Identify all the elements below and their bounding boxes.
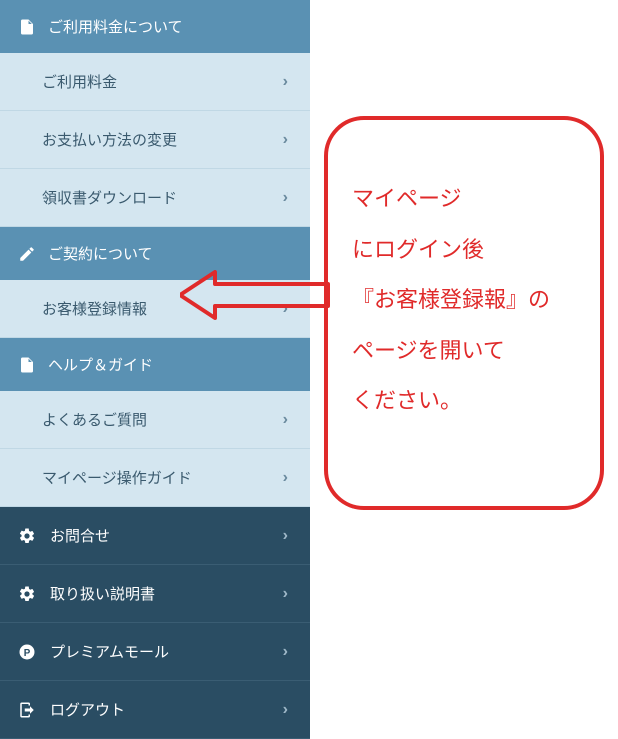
subitem-label: お客様登録情報: [42, 298, 147, 319]
chevron-right-icon: ›: [283, 189, 288, 207]
logout-icon: [18, 701, 36, 719]
subitem-usage-fee[interactable]: ご利用料金 ›: [0, 53, 310, 111]
subitem-faq[interactable]: よくあるご質問 ›: [0, 391, 310, 449]
section-header-contract-label: ご契約について: [48, 243, 153, 264]
section-header-fees: ご利用料金について: [0, 0, 310, 53]
instruction-callout: マイページ にログイン後 『お客様登録報』の ページを開いて ください。: [324, 116, 604, 510]
darkitem-label: お問合せ: [50, 525, 110, 546]
darkitem-label: 取り扱い説明書: [50, 583, 155, 604]
chevron-right-icon: ›: [283, 527, 288, 545]
file-icon: [18, 356, 36, 374]
chevron-right-icon: ›: [283, 73, 288, 91]
section-header-contract: ご契約について: [0, 227, 310, 280]
darkitem-manual[interactable]: 取り扱い説明書 ›: [0, 565, 310, 623]
callout-line: ください。: [352, 376, 576, 427]
darkitem-contact[interactable]: お問合せ ›: [0, 507, 310, 565]
subitem-label: マイページ操作ガイド: [42, 467, 192, 488]
subitem-label: ご利用料金: [42, 71, 117, 92]
subitem-customer-info[interactable]: お客様登録情報 ›: [0, 280, 310, 338]
chevron-right-icon: ›: [283, 131, 288, 149]
pencil-icon: [18, 245, 36, 263]
gear-icon: [18, 527, 36, 545]
callout-line: にログイン後: [352, 225, 576, 276]
chevron-right-icon: ›: [283, 300, 288, 318]
subitem-label: よくあるご質問: [42, 409, 147, 430]
section-header-fees-label: ご利用料金について: [48, 16, 183, 37]
subitem-label: お支払い方法の変更: [42, 129, 177, 150]
file-icon: [18, 18, 36, 36]
chevron-right-icon: ›: [283, 643, 288, 661]
chevron-right-icon: ›: [283, 585, 288, 603]
svg-text:P: P: [24, 647, 31, 658]
section-header-help-label: ヘルプ＆ガイド: [48, 354, 153, 375]
chevron-right-icon: ›: [283, 411, 288, 429]
darkitem-label: プレミアムモール: [50, 641, 169, 662]
subitem-label: 領収書ダウンロード: [42, 187, 177, 208]
darkitem-label: ログアウト: [50, 699, 125, 720]
callout-line: マイページ: [352, 174, 576, 225]
gear-icon: [18, 585, 36, 603]
chevron-right-icon: ›: [283, 701, 288, 719]
callout-line: ページを開いて: [352, 326, 576, 377]
subitem-payment-change[interactable]: お支払い方法の変更 ›: [0, 111, 310, 169]
darkitem-logout[interactable]: ログアウト ›: [0, 681, 310, 739]
callout-line: 『お客様登録報』の: [352, 275, 576, 326]
subitem-receipt-download[interactable]: 領収書ダウンロード ›: [0, 169, 310, 227]
sidebar: ご利用料金について ご利用料金 › お支払い方法の変更 › 領収書ダウンロード …: [0, 0, 310, 739]
p-circle-icon: P: [18, 643, 36, 661]
chevron-right-icon: ›: [283, 469, 288, 487]
subitem-mypage-guide[interactable]: マイページ操作ガイド ›: [0, 449, 310, 507]
section-header-help: ヘルプ＆ガイド: [0, 338, 310, 391]
darkitem-premium-mall[interactable]: P プレミアムモール ›: [0, 623, 310, 681]
